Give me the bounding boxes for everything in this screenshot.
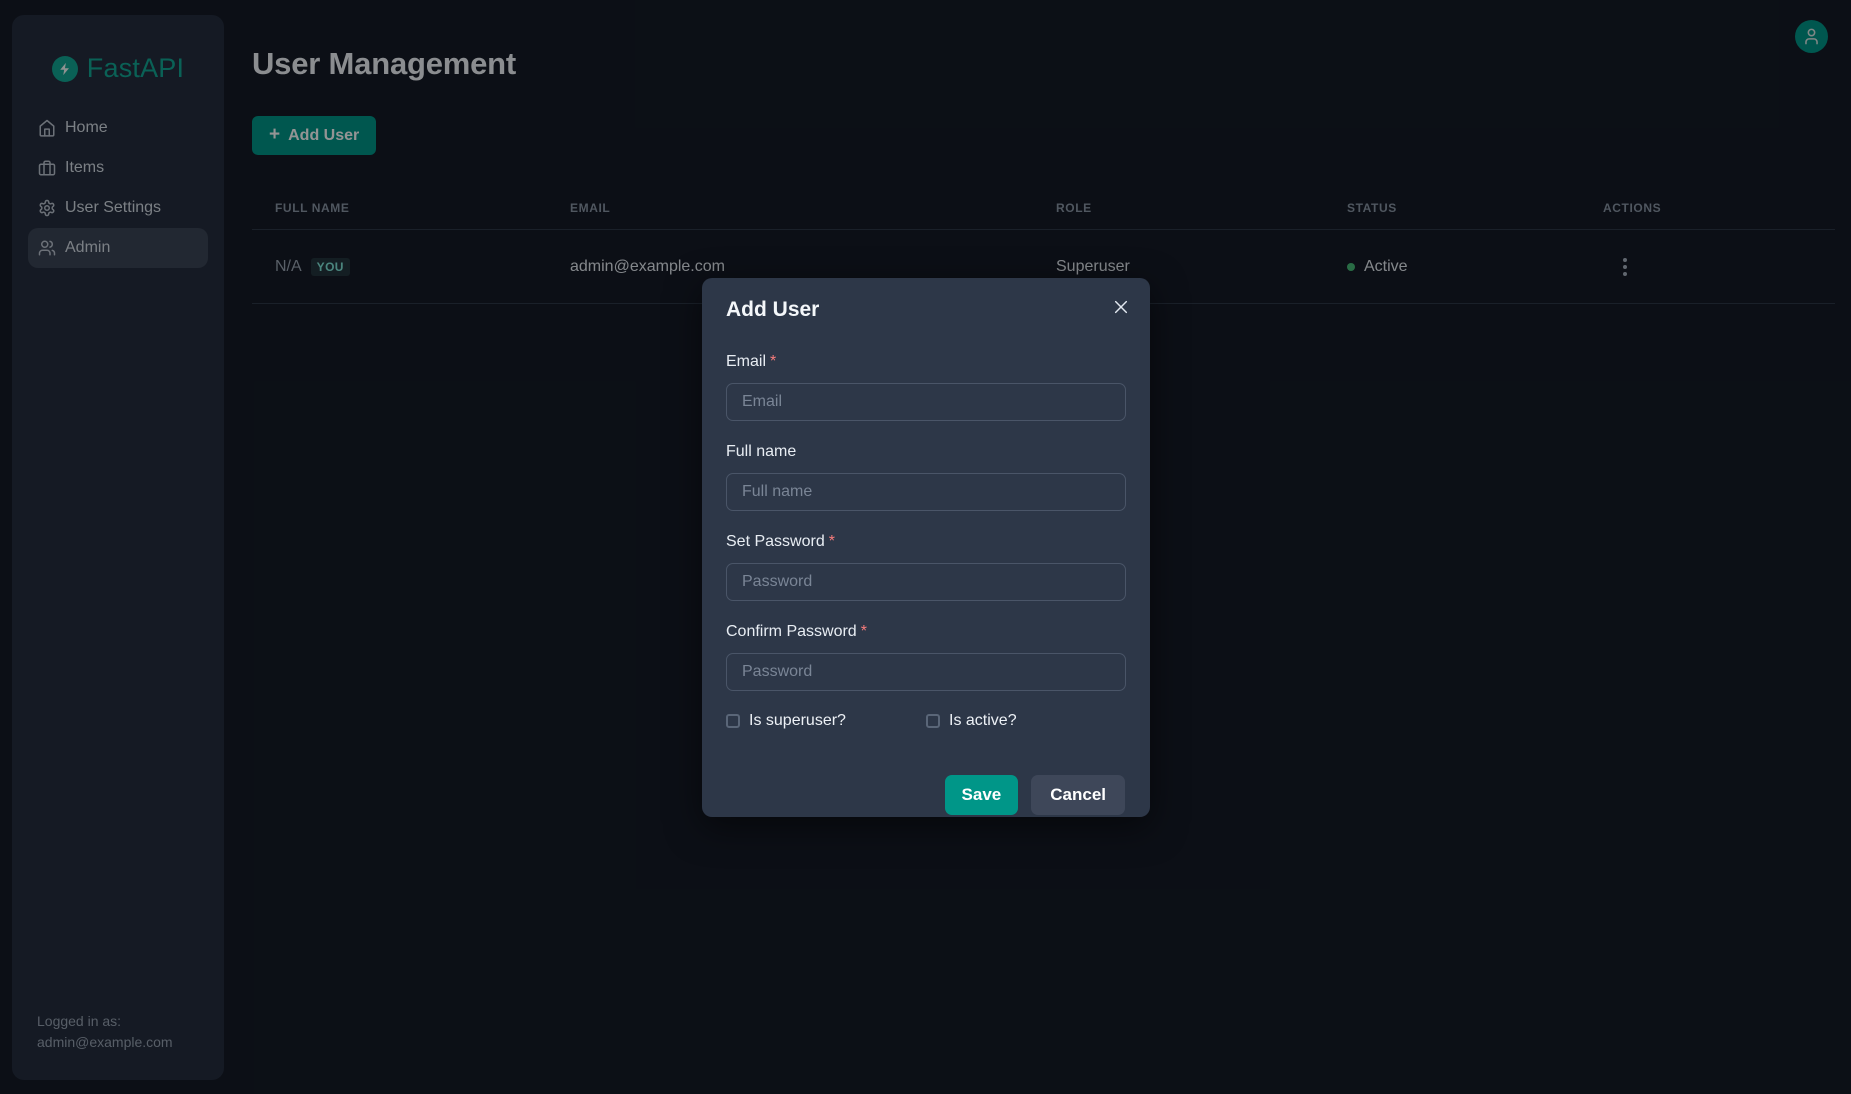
email-label: Email* bbox=[726, 353, 1126, 371]
full-name-input[interactable] bbox=[726, 473, 1126, 511]
confirm-password-field-group: Confirm Password* bbox=[702, 623, 1150, 691]
checkbox-row: Is superuser? Is active? bbox=[702, 712, 1150, 730]
required-marker: * bbox=[829, 533, 835, 550]
full-name-field-group: Full name bbox=[702, 443, 1150, 511]
set-password-label: Set Password* bbox=[726, 533, 1126, 551]
required-marker: * bbox=[770, 353, 776, 370]
is-active-label: Is active? bbox=[949, 712, 1017, 730]
email-input[interactable] bbox=[726, 383, 1126, 421]
confirm-password-label: Confirm Password* bbox=[726, 623, 1126, 641]
full-name-label: Full name bbox=[726, 443, 1126, 461]
modal-footer: Save Cancel bbox=[702, 775, 1150, 815]
confirm-password-label-text: Confirm Password bbox=[726, 623, 857, 640]
is-superuser-label: Is superuser? bbox=[749, 712, 846, 730]
required-marker: * bbox=[861, 623, 867, 640]
save-button[interactable]: Save bbox=[945, 775, 1019, 815]
set-password-label-text: Set Password bbox=[726, 533, 825, 550]
is-superuser-checkbox[interactable]: Is superuser? bbox=[726, 712, 926, 730]
is-active-checkbox[interactable]: Is active? bbox=[926, 712, 1017, 730]
confirm-password-input[interactable] bbox=[726, 653, 1126, 691]
checkbox-icon bbox=[726, 714, 740, 728]
add-user-modal: Add User Email* Full name Set Password* … bbox=[702, 278, 1150, 817]
modal-close-button[interactable] bbox=[1106, 292, 1136, 322]
email-label-text: Email bbox=[726, 353, 766, 370]
set-password-input[interactable] bbox=[726, 563, 1126, 601]
email-field-group: Email* bbox=[702, 353, 1150, 421]
checkbox-icon bbox=[926, 714, 940, 728]
modal-title: Add User bbox=[702, 278, 1150, 322]
set-password-field-group: Set Password* bbox=[702, 533, 1150, 601]
close-icon bbox=[1113, 299, 1129, 315]
cancel-button[interactable]: Cancel bbox=[1031, 775, 1125, 815]
